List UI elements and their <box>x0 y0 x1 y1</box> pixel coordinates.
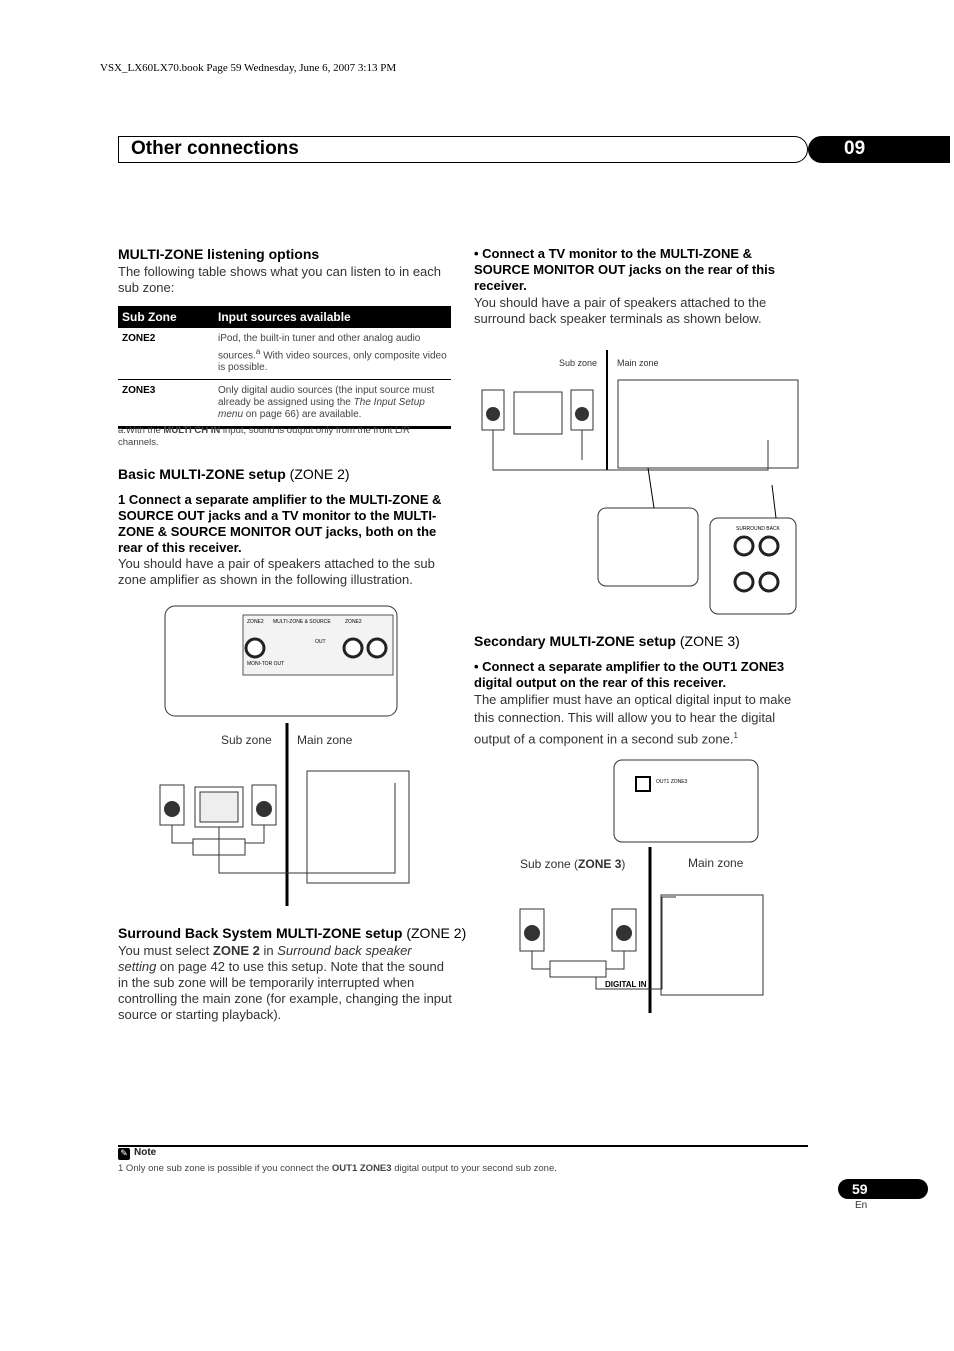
note-text: 1 Only one sub zone is possible if you c… <box>118 1163 557 1174</box>
table-row: ZONE3 Only digital audio sources (the inp… <box>118 379 451 430</box>
language-label: En <box>855 1200 868 1211</box>
amplifier-icon <box>549 960 607 978</box>
heading-multizone-options: MULTI-ZONE listening options <box>118 246 320 262</box>
zone3-connection-diagram: OUT1 ZONE3 Sub zone (ZONE 3) Main zone D… <box>519 759 764 1013</box>
bullet-tv-monitor-body: You should have a pair of speakers attac… <box>474 295 767 326</box>
zone2-connection-diagram: ZONE2 MULTI-ZONE & SOURCE ZONE2 OUT MONI-TOR… <box>159 605 410 906</box>
digital-out-detail <box>613 759 759 843</box>
manual-page: VSX_LX60LX70.book Page 59 Wednesday, Jun… <box>0 0 954 1351</box>
svg-text:OUT1 ZONE3: OUT1 ZONE3 <box>656 779 688 785</box>
page-number-tab: 59 <box>838 1179 928 1199</box>
bullet-tv-monitor: • Connect a TV monitor to the MULTI-ZONE… <box>474 246 775 293</box>
svg-text:ZONE2: ZONE2 <box>345 619 362 625</box>
zone-table: Sub Zone Input sources available ZONE2 iPo… <box>118 306 451 430</box>
jack <box>366 637 388 659</box>
intro-text: The following table shows what you can l… <box>118 264 442 295</box>
table-row: ZONE2 iPod, the built-in tuner and other … <box>118 328 451 381</box>
step-1-body: You should have a pair of speakers attac… <box>118 556 435 587</box>
svg-text:ZONE2: ZONE2 <box>247 619 264 625</box>
receiver-rear-icon <box>306 770 410 884</box>
speaker-terminal-detail <box>709 517 797 615</box>
chapter-tab: 09 <box>808 136 950 163</box>
bullet-out1-body: The amplifier must have an optical digit… <box>474 692 792 747</box>
table-footnote: a.With the MULTI CH IN input, sound is o… <box>118 425 410 448</box>
svg-text:OUT: OUT <box>315 639 326 645</box>
jack <box>342 637 364 659</box>
tv-monitor-icon <box>513 391 563 435</box>
heading-surround-back-setup: Surround Back System MULTI-ZONE setup (Z… <box>118 925 467 941</box>
col-header: Sub Zone <box>118 306 214 328</box>
book-info-line: VSX_LX60LX70.book Page 59 Wednesday, Jun… <box>100 62 397 74</box>
sub-zone-label: Sub zone <box>221 733 272 747</box>
svg-text:MULTI-ZONE & SOURCE: MULTI-ZONE & SOURCE <box>273 619 331 625</box>
col-header: Input sources available <box>214 306 451 328</box>
section-header: Other connections <box>118 136 808 163</box>
digital-in-label: DIGITAL IN <box>605 980 647 989</box>
heading-basic-setup: Basic MULTI-ZONE setup (ZONE 2) <box>118 466 350 482</box>
main-zone-label: Main zone <box>688 856 744 870</box>
receiver-rear-icon <box>617 379 799 469</box>
surround-back-diagram: Sub zone Main zone SURROUND BACK <box>481 350 799 615</box>
note-pencil-icon: ✎ <box>118 1148 130 1160</box>
svg-text:Sub zone: Sub zone <box>559 358 597 368</box>
main-zone-label: Main zone <box>297 733 353 747</box>
section-title: Other connections <box>131 138 299 159</box>
note-divider <box>118 1145 808 1147</box>
step-1: 1 Connect a separate amplifier to the MU… <box>118 492 442 555</box>
jack <box>244 637 266 659</box>
sub-zone-label: Sub zone (ZONE 3) <box>520 857 625 871</box>
svg-text:Main zone: Main zone <box>617 358 659 368</box>
svg-text:SURROUND BACK: SURROUND BACK <box>736 526 781 532</box>
note-title: Note <box>134 1147 157 1158</box>
receiver-rear-icon <box>660 894 764 996</box>
monitor-out-detail <box>597 507 699 587</box>
chapter-number: 09 <box>844 138 866 159</box>
heading-secondary-setup: Secondary MULTI-ZONE setup (ZONE 3) <box>474 633 740 649</box>
surround-back-body: You must select ZONE 2 in Surround back … <box>118 943 452 1022</box>
bullet-out1-zone3: • Connect a separate amplifier to the OU… <box>474 659 785 690</box>
svg-text:MONI-TOR OUT: MONI-TOR OUT <box>247 661 284 667</box>
